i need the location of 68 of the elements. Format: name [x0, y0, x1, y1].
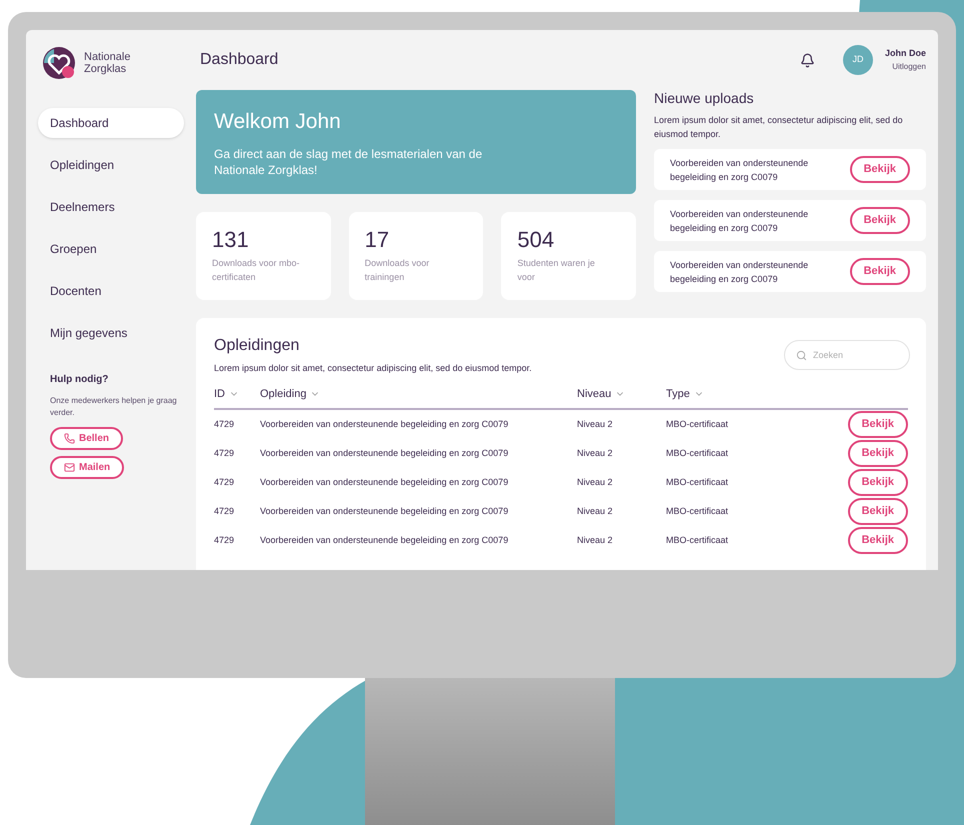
- stat-value: 17: [364, 228, 390, 252]
- view-button[interactable]: Bekijk: [850, 207, 910, 234]
- column-header[interactable]: Opleiding: [260, 386, 306, 402]
- uploads-text: Lorem ipsum dolor sit amet, consectetur adipiscing elit, sed do eiusmod tempor.: [654, 114, 904, 141]
- table-cell: 4729: [214, 534, 234, 545]
- sidebar-item[interactable]: Mijn gegevens: [38, 318, 184, 348]
- table-cell: 4729: [214, 476, 234, 487]
- upload-title: Voorbereiden van ondersteunende begeleiding en zorg C0079: [670, 258, 810, 286]
- table-cell: MBO-certificaat: [666, 418, 728, 429]
- uploads-title: Nieuwe uploads: [654, 89, 755, 108]
- table-cell: MBO-certificaat: [666, 534, 728, 545]
- view-button[interactable]: Bekijk: [848, 411, 908, 438]
- view-button[interactable]: Bekijk: [848, 440, 908, 467]
- view-button[interactable]: Bekijk: [848, 498, 908, 525]
- notification-bell-icon[interactable]: [800, 52, 815, 68]
- view-button[interactable]: Bekijk: [850, 258, 910, 285]
- table-cell: 4729: [214, 418, 234, 429]
- page-title: Dashboard: [199, 50, 278, 70]
- search-icon: [796, 350, 807, 361]
- help-title: Hulp nodig?: [50, 373, 110, 387]
- stat-value: 504: [517, 228, 556, 252]
- upload-title: Voorbereiden van ondersteunende begeleiding en zorg C0079: [670, 208, 810, 234]
- column-header[interactable]: Niveau: [577, 386, 612, 402]
- sidebar-item[interactable]: Dashboard: [38, 108, 184, 138]
- phone-icon: [64, 433, 75, 444]
- contact-button[interactable]: Mailen: [50, 456, 124, 479]
- user-name: John Doe: [884, 47, 926, 60]
- table-cell: Niveau 2: [577, 506, 613, 516]
- sidebar-item[interactable]: Deelnemers: [38, 192, 184, 222]
- welcome-title: Welkom John: [214, 109, 342, 135]
- stat-value: 131: [212, 228, 250, 252]
- table-cell: Niveau 2: [577, 476, 613, 487]
- table-cell: Niveau 2: [577, 418, 613, 429]
- table-cell: MBO-certificaat: [666, 506, 728, 516]
- table-cell: Niveau 2: [577, 448, 613, 458]
- view-button[interactable]: Bekijk: [848, 469, 908, 496]
- table-cell: MBO-certificaat: [666, 448, 728, 458]
- welcome-text: Ga direct aan de slag met de lesmaterialen van de Nationale Zorgklas!: [214, 146, 484, 178]
- view-button[interactable]: Bekijk: [848, 527, 908, 554]
- column-header[interactable]: Type: [666, 386, 690, 402]
- table-cell: 4729: [214, 448, 234, 458]
- stat-label: Downloads voor trainingen: [364, 257, 430, 284]
- table-cell: Voorbereiden van ondersteunende begeleiding en zorg C0079: [260, 418, 508, 429]
- stat-label: Downloads voor mbo-certificaten: [212, 257, 300, 284]
- table-cell: MBO-certificaat: [666, 476, 728, 487]
- table-cell: Niveau 2: [577, 534, 613, 545]
- table-cell: 4729: [214, 506, 234, 516]
- stat-label: Studenten waren je voor: [517, 257, 596, 284]
- table-cell: Voorbereiden van ondersteunende begeleiding en zorg C0079: [260, 534, 508, 545]
- upload-title: Voorbereiden van ondersteunende begeleiding en zorg C0079: [670, 156, 810, 184]
- heart-logo-icon: [42, 46, 76, 80]
- sidebar-item[interactable]: Docenten: [38, 276, 184, 306]
- contact-button[interactable]: Bellen: [50, 427, 124, 450]
- table-cell: Voorbereiden van ondersteunende begeleiding en zorg C0079: [260, 506, 508, 516]
- sidebar-item[interactable]: Groepen: [38, 234, 184, 264]
- courses-text: Lorem ipsum dolor sit amet, consectetur adipiscing elit, sed do eiusmod tempor.: [214, 362, 532, 375]
- help-text: Onze medewerkers helpen je graag verder.: [50, 395, 178, 419]
- logout-link[interactable]: Uitloggen: [892, 60, 926, 73]
- logo-text: Nationale: [84, 51, 130, 63]
- courses-title: Opleidingen: [214, 336, 300, 356]
- sidebar-item[interactable]: Opleidingen: [38, 150, 184, 180]
- view-button[interactable]: Bekijk: [850, 156, 910, 183]
- logo-text: Zorgklas: [84, 63, 128, 75]
- table-cell: Voorbereiden van ondersteunende begeleiding en zorg C0079: [260, 448, 508, 458]
- search-field[interactable]: Zoeken: [784, 340, 910, 370]
- mail-icon: [64, 462, 75, 473]
- column-header[interactable]: ID: [214, 386, 225, 402]
- table-cell: Voorbereiden van ondersteunende begeleiding en zorg C0079: [260, 476, 508, 487]
